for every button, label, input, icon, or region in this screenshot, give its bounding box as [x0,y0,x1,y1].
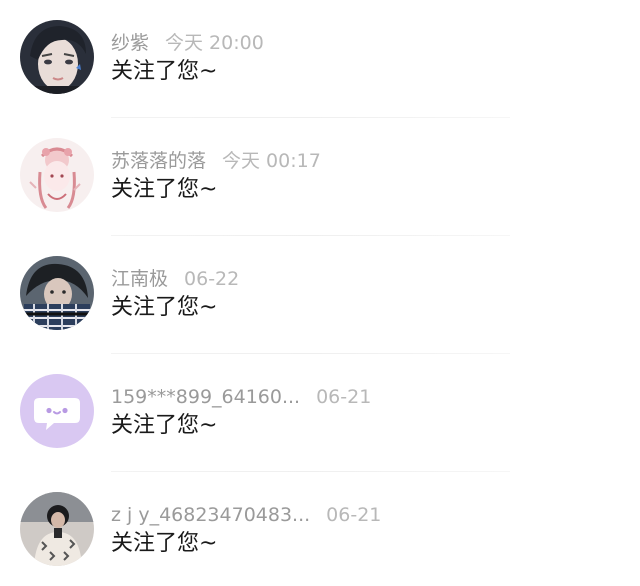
avatar[interactable] [20,492,94,566]
notification-row[interactable]: z j y_46823470483... 06-21 关注了您~ [0,472,640,586]
avatar[interactable] [20,256,94,330]
timestamp: 06-21 [326,504,382,526]
notification-row[interactable]: 江南极 06-22 关注了您~ [0,236,640,354]
notification-message: 关注了您~ [111,531,218,556]
notification-row[interactable]: 159***899_64160... 06-21 关注了您~ [0,354,640,472]
username[interactable]: 江南极 [111,268,168,290]
avatar-person-dark-jacket-icon [20,492,94,566]
avatar-portrait-dark-hair-icon [20,20,94,94]
avatar-portrait-plaid-scarf-icon [20,256,94,330]
timestamp: 06-22 [184,268,240,290]
username[interactable]: 苏落落的落 [111,150,206,172]
notification-message: 关注了您~ [111,413,218,438]
timestamp: 06-21 [316,386,372,408]
avatar[interactable] [20,138,94,212]
username[interactable]: 159***899_64160... [111,386,300,408]
notification-meta: 纱紫 今天 20:00 [111,30,264,56]
timestamp: 今天 20:00 [165,32,264,54]
notification-meta: 苏落落的落 今天 00:17 [111,148,321,174]
username[interactable]: 纱紫 [111,32,149,54]
notification-meta: 江南极 06-22 [111,266,239,292]
notification-message: 关注了您~ [111,295,218,320]
default-chat-bubble-avatar-icon [20,374,94,448]
notification-meta: 159***899_64160... 06-21 [111,384,371,410]
avatar[interactable] [20,374,94,448]
notification-row[interactable]: 苏落落的落 今天 00:17 关注了您~ [0,118,640,236]
notification-message: 关注了您~ [111,177,218,202]
notification-row[interactable]: 纱紫 今天 20:00 关注了您~ [0,0,640,118]
avatar-anime-pink-sketch-icon [20,138,94,212]
username[interactable]: z j y_46823470483... [111,504,310,526]
notification-message: 关注了您~ [111,59,218,84]
notification-meta: z j y_46823470483... 06-21 [111,502,381,528]
timestamp: 今天 00:17 [222,150,321,172]
avatar[interactable] [20,20,94,94]
follow-notification-list: 纱紫 今天 20:00 关注了您~ 苏落落的落 今天 00:17 关注了您~ 江… [0,0,640,586]
